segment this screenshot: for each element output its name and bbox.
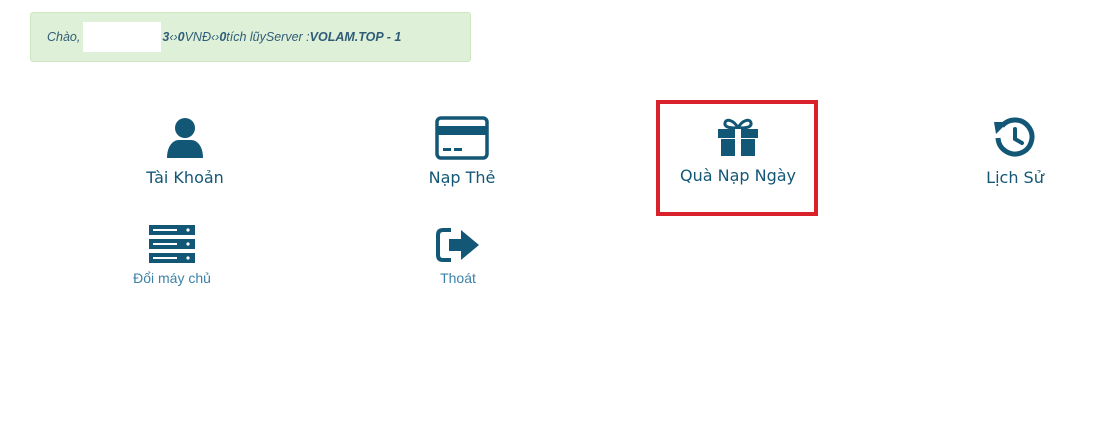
menu-logout-label: Thoát [440, 270, 476, 286]
menu-switch-server-label: Đổi máy chủ [133, 270, 211, 286]
welcome-alert: Chào, 3 ‹› 0 VNĐ ‹› 0 tích lũy Server : VO… [30, 12, 471, 62]
vnd-amount: 0 [177, 30, 185, 44]
server-icon [149, 225, 195, 263]
greeting-number: 3 [162, 30, 170, 44]
points-label: tích lũy [226, 30, 266, 44]
menu-topup-label: Nạp Thẻ [428, 168, 496, 187]
menu-logout[interactable]: Thoát [378, 226, 538, 286]
history-icon [994, 117, 1035, 157]
server-label: Server : [265, 30, 310, 44]
menu-switch-server[interactable]: Đổi máy chủ [92, 224, 252, 286]
server-name: VOLAM.TOP - 1 [309, 30, 402, 44]
menu-account[interactable]: Tài Khoản [105, 116, 265, 187]
user-icon [167, 118, 203, 158]
masked-username [83, 22, 162, 52]
separator: ‹› [211, 30, 220, 44]
points-amount: 0 [219, 30, 227, 44]
greeting-prefix: Chào, [47, 30, 81, 44]
sign-out-icon [436, 228, 479, 262]
menu-history-label: Lịch Sử [986, 168, 1044, 187]
menu-history[interactable]: Lịch Sử [935, 116, 1095, 187]
highlight-box [656, 100, 818, 216]
vnd-label: VNĐ [184, 30, 211, 44]
page: Chào, 3 ‹› 0 VNĐ ‹› 0 tích lũy Server : VO… [0, 0, 1101, 443]
menu-topup[interactable]: Nạp Thẻ [382, 116, 542, 187]
credit-card-icon [435, 116, 489, 160]
separator: ‹› [169, 30, 178, 44]
menu-account-label: Tài Khoản [146, 168, 224, 187]
